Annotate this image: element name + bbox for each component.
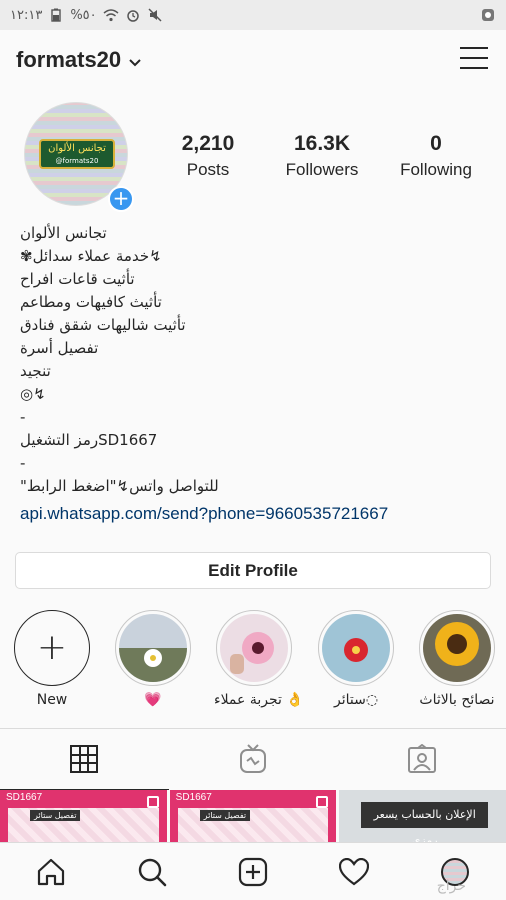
bio-line: - — [20, 408, 26, 426]
bio-line: تأثيت قاعات افراح — [20, 270, 135, 288]
highlight-item[interactable]: نصائح بالاثاث — [417, 610, 497, 708]
battery-percent: %٥٠ — [70, 7, 97, 23]
profile-stats: 2,210 Posts 16.3K Followers 0 Following — [152, 132, 492, 180]
post-thumbnail[interactable]: الإعلان بالحساب يسعر رمزي — [339, 790, 506, 842]
highlight-label: تجربة عملاء 👌 — [214, 692, 304, 708]
highlight-cover-red-flower — [322, 614, 390, 682]
avatar-logo: تجانس الألوان @formats20 — [39, 139, 115, 169]
alarm-icon — [125, 7, 141, 23]
highlight-new[interactable]: + New — [12, 610, 92, 708]
highlight-new-ring[interactable]: + — [14, 610, 90, 686]
bio-website-link[interactable]: api.whatsapp.com/send?phone=966053572166… — [20, 502, 490, 525]
highlight-item[interactable]: ستائر◌ — [316, 610, 396, 708]
chevron-down-icon[interactable] — [129, 52, 141, 71]
profile-avatar-container[interactable]: تجانس الألوان @formats20 + — [24, 102, 134, 212]
posts-label: Posts — [186, 160, 230, 179]
following-stat[interactable]: 0 Following — [380, 132, 492, 180]
followers-label: Followers — [285, 160, 359, 179]
followers-stat[interactable]: 16.3K Followers — [266, 132, 378, 180]
bottom-navigation: حراج — [0, 842, 506, 900]
bio-line: ◎↯ — [20, 385, 46, 403]
new-post-icon — [238, 857, 268, 886]
post-caption: تفصيل ستائر — [30, 810, 81, 821]
highlight-item[interactable]: تجربة عملاء 👌 — [214, 610, 304, 708]
highlight-cover-pink-flower — [220, 614, 288, 682]
status-time: ١٢:١٣ — [10, 7, 43, 23]
bio-line: تجانس الألوان — [20, 224, 107, 242]
mute-icon — [147, 7, 163, 23]
post-tag: SD1667 — [175, 792, 212, 803]
bio-line: ✾خدمة عملاء سدائل↯ — [20, 247, 162, 265]
multiple-posts-icon — [146, 796, 159, 808]
story-highlights: + New 💗 تجربة عملاء 👌 ستائر◌ نصائح بالاث… — [0, 610, 506, 720]
highlight-cover-sunflower — [423, 614, 491, 682]
highlight-label: ستائر◌ — [333, 692, 379, 708]
battery-icon — [48, 7, 64, 23]
app-notification-icon — [480, 7, 496, 23]
avatar-logo-title: تجانس الألوان — [48, 143, 106, 154]
post-thumbnail[interactable]: SD1667 تفصيل ستائر — [169, 790, 337, 842]
add-story-plus-icon[interactable]: + — [108, 186, 134, 212]
grid-icon — [70, 744, 99, 773]
highlight-label: نصائح بالاثاث — [419, 692, 495, 708]
tagged-icon — [407, 743, 436, 773]
highlight-label: 💗 — [144, 692, 162, 708]
plus-icon: + — [36, 627, 68, 668]
status-bar: ١٢:١٣ %٥٠ — [0, 0, 506, 30]
multiple-posts-icon — [316, 796, 329, 808]
highlight-cover-flower-sky — [119, 614, 187, 682]
bio-line: رمز التشغيلSD1667 — [20, 431, 158, 449]
bio-line: تأثيت شاليهات شقق فنادق — [20, 316, 186, 334]
bio-line: تأثيث كافيهات ومطاعم — [20, 293, 162, 311]
account-switcher-username[interactable]: formats20 — [16, 47, 121, 73]
post-thumbnail[interactable]: SD1667 تفصيل ستائر — [0, 790, 167, 842]
igtv-icon — [240, 743, 266, 773]
tab-igtv[interactable] — [169, 729, 338, 788]
following-label: Following — [400, 160, 472, 179]
post-tag: SD1667 — [6, 792, 43, 803]
nav-new-post[interactable] — [228, 847, 278, 897]
nav-search[interactable] — [127, 847, 177, 897]
followers-count: 16.3K — [293, 132, 351, 155]
profile-bio: تجانس الألوان ✾خدمة عملاء سدائل↯ تأثيت ق… — [20, 222, 490, 525]
tab-tagged[interactable] — [337, 729, 506, 788]
following-count: 0 — [430, 132, 442, 155]
hamburger-menu-icon[interactable] — [460, 47, 488, 71]
posts-count: 2,210 — [181, 132, 235, 155]
status-left: ١٢:١٣ %٥٠ — [10, 7, 163, 23]
watermark: حراج — [436, 878, 466, 894]
edit-profile-button[interactable]: Edit Profile — [15, 552, 491, 589]
highlight-item[interactable]: 💗 — [113, 610, 193, 708]
posts-grid: SD1667 تفصيل ستائر SD1667 تفصيل ستائر ال… — [0, 790, 506, 842]
profile-header: formats20 — [0, 30, 506, 90]
nav-activity[interactable] — [329, 847, 379, 897]
nav-home[interactable] — [26, 847, 76, 897]
post-banner-text: الإعلان بالحساب يسعر رمزي — [361, 802, 489, 842]
bio-line: "للتواصل واتس↯"اضغط الرابط — [20, 477, 219, 495]
bio-line: تفصيل أسرة — [20, 339, 99, 357]
post-caption: تفصيل ستائر — [199, 810, 251, 821]
bio-line: - — [20, 454, 26, 472]
bio-line: تنجيد — [20, 362, 51, 380]
activity-heart-icon — [339, 857, 370, 885]
posts-stat[interactable]: 2,210 Posts — [152, 132, 264, 180]
home-icon — [37, 858, 64, 885]
search-icon — [138, 858, 167, 886]
tab-grid[interactable] — [0, 729, 169, 790]
status-right — [480, 7, 496, 23]
wifi-icon — [103, 7, 119, 23]
profile-content-tabs — [0, 728, 506, 790]
avatar-logo-handle: @formats20 — [55, 157, 99, 165]
highlight-label: New — [36, 692, 68, 708]
